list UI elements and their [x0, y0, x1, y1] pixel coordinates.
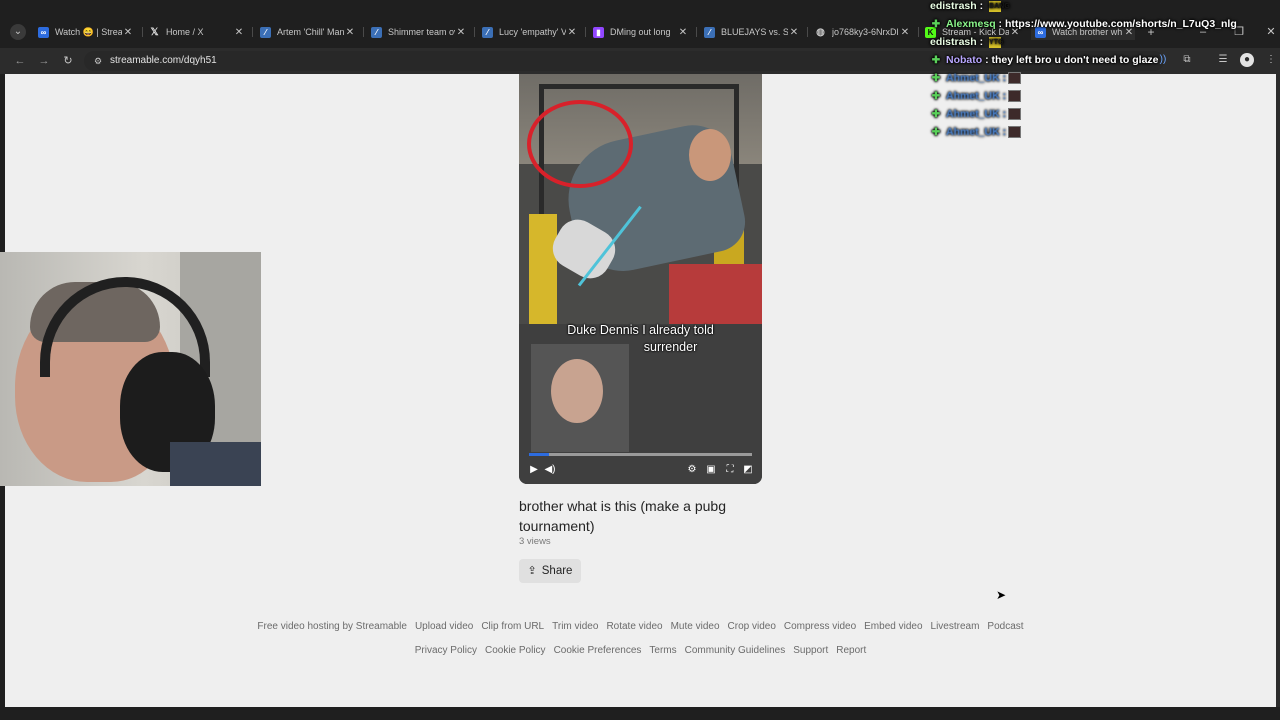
settings-icon[interactable]: ⚙ [685, 463, 699, 477]
share-label: Share [541, 565, 573, 577]
footer-links-primary: Free video hosting by Streamable Upload … [5, 620, 1276, 634]
video-pip-face [551, 359, 603, 423]
screen: ⌄ ∞ Watch 😄 | Stream ✕ 𝕏 Home / X ✕ ⁄ Ar… [0, 0, 1280, 720]
sub-badge-icon: ✚ [931, 54, 941, 66]
footer-link[interactable]: Rotate video [606, 620, 662, 634]
sub-badge-icon: ✚ [931, 108, 941, 120]
video-pip-inset [531, 344, 629, 452]
liquipedia-icon: ⁄ [704, 26, 715, 38]
footer-link[interactable]: Terms [649, 644, 676, 658]
site-info-icon[interactable]: ⚙ [92, 55, 104, 67]
footer-link[interactable]: Cookie Preferences [554, 644, 642, 658]
back-icon[interactable]: ← [12, 53, 28, 69]
page-scrollbar[interactable] [1276, 74, 1280, 707]
footer-link[interactable]: Community Guidelines [685, 644, 786, 658]
footer-link[interactable]: Livestream [931, 620, 980, 634]
tab-search-icon[interactable]: ⌄ [10, 24, 26, 40]
tab-home-x[interactable]: 𝕏 Home / X ✕ [149, 24, 245, 40]
mouse-cursor-icon: ➤ [996, 588, 1007, 602]
stream-chat-overlay: edistrash : BANG ✚ Alexmesq : https://www… [930, 0, 1280, 145]
close-tab-icon[interactable]: ✕ [233, 27, 245, 38]
sub-badge-icon: ✚ [931, 72, 941, 84]
video-player[interactable]: Duke Dennis I already told surrender ▶ ◀… [519, 74, 762, 484]
footer-link[interactable]: Privacy Policy [415, 644, 477, 658]
chat-message: ✚ Ahmet_UK : [930, 126, 1022, 139]
tab-dming-out-long[interactable]: ▮ DMing out long ✕ [593, 24, 689, 40]
video-progress-bar[interactable] [529, 453, 752, 456]
footer-link[interactable]: Cookie Policy [485, 644, 546, 658]
video-caption: Duke Dennis I already told surrender [519, 322, 762, 356]
close-tab-icon[interactable]: ✕ [344, 27, 356, 38]
tab-artem-chill[interactable]: ⁄ Artem 'Chill' Mani ✕ [260, 24, 356, 40]
close-tab-icon[interactable]: ✕ [899, 27, 911, 38]
emote-icon [1008, 126, 1022, 139]
footer-links-legal: Privacy Policy Cookie Policy Cookie Pref… [5, 644, 1276, 658]
streamable-icon: ∞ [38, 26, 49, 38]
globe-icon: ◍ [816, 26, 825, 38]
close-tab-icon[interactable]: ✕ [677, 27, 689, 38]
chat-message: ✚ Alexmesq : https://www.youtube.com/shor… [931, 18, 1237, 30]
video-frame-red-bench [669, 264, 762, 324]
chat-message: ✚ Ahmet_UK : [930, 90, 1022, 103]
chat-message: ✚ Nobato : they left bro u don't need to … [931, 54, 1159, 66]
emote-icon [1008, 108, 1022, 121]
footer-link[interactable]: Clip from URL [481, 620, 544, 634]
footer-link[interactable]: Compress video [784, 620, 856, 634]
chat-message: ✚ Ahmet_UK : [930, 108, 1022, 121]
x-icon: 𝕏 [150, 26, 159, 38]
volume-icon[interactable]: ◀) [543, 463, 557, 477]
footer-link[interactable]: Podcast [987, 620, 1023, 634]
footer-link[interactable]: Report [836, 644, 866, 658]
reload-icon[interactable]: ↻ [60, 53, 76, 69]
tab-lucy-empathy[interactable]: ⁄ Lucy 'empathy' V ✕ [482, 24, 578, 40]
video-title: brother what is this (make a pubg tourna… [519, 498, 726, 534]
sub-badge-icon: ✚ [931, 18, 941, 30]
tab-jo768ky3[interactable]: ◍ jo768ky3-6NrxDl ✕ [815, 24, 911, 40]
video-caption-line: surrender [643, 340, 698, 354]
window-bottom-edge [0, 707, 1280, 720]
liquipedia-icon: ⁄ [482, 26, 493, 38]
liquipedia-icon: ⁄ [260, 26, 271, 38]
close-tab-icon[interactable]: ✕ [122, 27, 134, 38]
emote-icon: YTG [989, 36, 1004, 48]
chat-message: edistrash : BANG [930, 0, 1010, 12]
play-icon[interactable]: ▶ [527, 463, 541, 477]
streamable-logo-icon[interactable]: ◩ [741, 463, 755, 477]
view-count: 3 views [519, 536, 551, 547]
video-progress-fill [529, 453, 550, 456]
close-tab-icon[interactable]: ✕ [455, 27, 467, 38]
tab-bluejays[interactable]: ⁄ BLUEJAYS vs. Shin ✕ [704, 24, 800, 40]
video-caption-line: Duke Dennis I already told [567, 323, 714, 337]
video-frame-head [689, 129, 731, 181]
liquipedia-icon: ⁄ [371, 26, 382, 38]
sub-badge-icon: ✚ [931, 126, 941, 138]
footer-link[interactable]: Crop video [728, 620, 776, 634]
footer-link[interactable]: Mute video [671, 620, 720, 634]
emote-icon: BANG [989, 0, 1010, 12]
pip-icon[interactable]: ▣ [704, 463, 718, 477]
url-text[interactable]: streamable.com/dqyh51 [110, 54, 217, 68]
video-circle-annotation [527, 100, 633, 188]
tab-shimmer-team[interactable]: ⁄ Shimmer team ov ✕ [371, 24, 467, 40]
footer-link[interactable]: Upload video [415, 620, 473, 634]
webcam-overlay [0, 252, 261, 486]
share-button[interactable]: ⇪ Share [519, 559, 581, 583]
twitch-icon: ▮ [593, 26, 604, 38]
forward-icon[interactable]: → [36, 53, 52, 69]
tab-watch-stream[interactable]: ∞ Watch 😄 | Stream ✕ [38, 24, 134, 40]
footer-link[interactable]: Free video hosting by Streamable [257, 620, 407, 634]
emote-icon [1008, 72, 1022, 85]
webcam-shoulder [170, 442, 261, 486]
close-tab-icon[interactable]: ✕ [566, 27, 578, 38]
emote-icon [1008, 90, 1022, 103]
share-icon: ⇪ [527, 565, 537, 577]
chat-message: edistrash : YTG [930, 36, 1004, 48]
sub-badge-icon: ✚ [931, 90, 941, 102]
close-tab-icon[interactable]: ✕ [788, 27, 800, 38]
chat-message: ✚ Ahmet_UK : [930, 72, 1022, 85]
footer-link[interactable]: Trim video [552, 620, 598, 634]
footer-link[interactable]: Embed video [864, 620, 922, 634]
footer-link[interactable]: Support [793, 644, 828, 658]
fullscreen-icon[interactable]: ⛶ [723, 463, 737, 477]
